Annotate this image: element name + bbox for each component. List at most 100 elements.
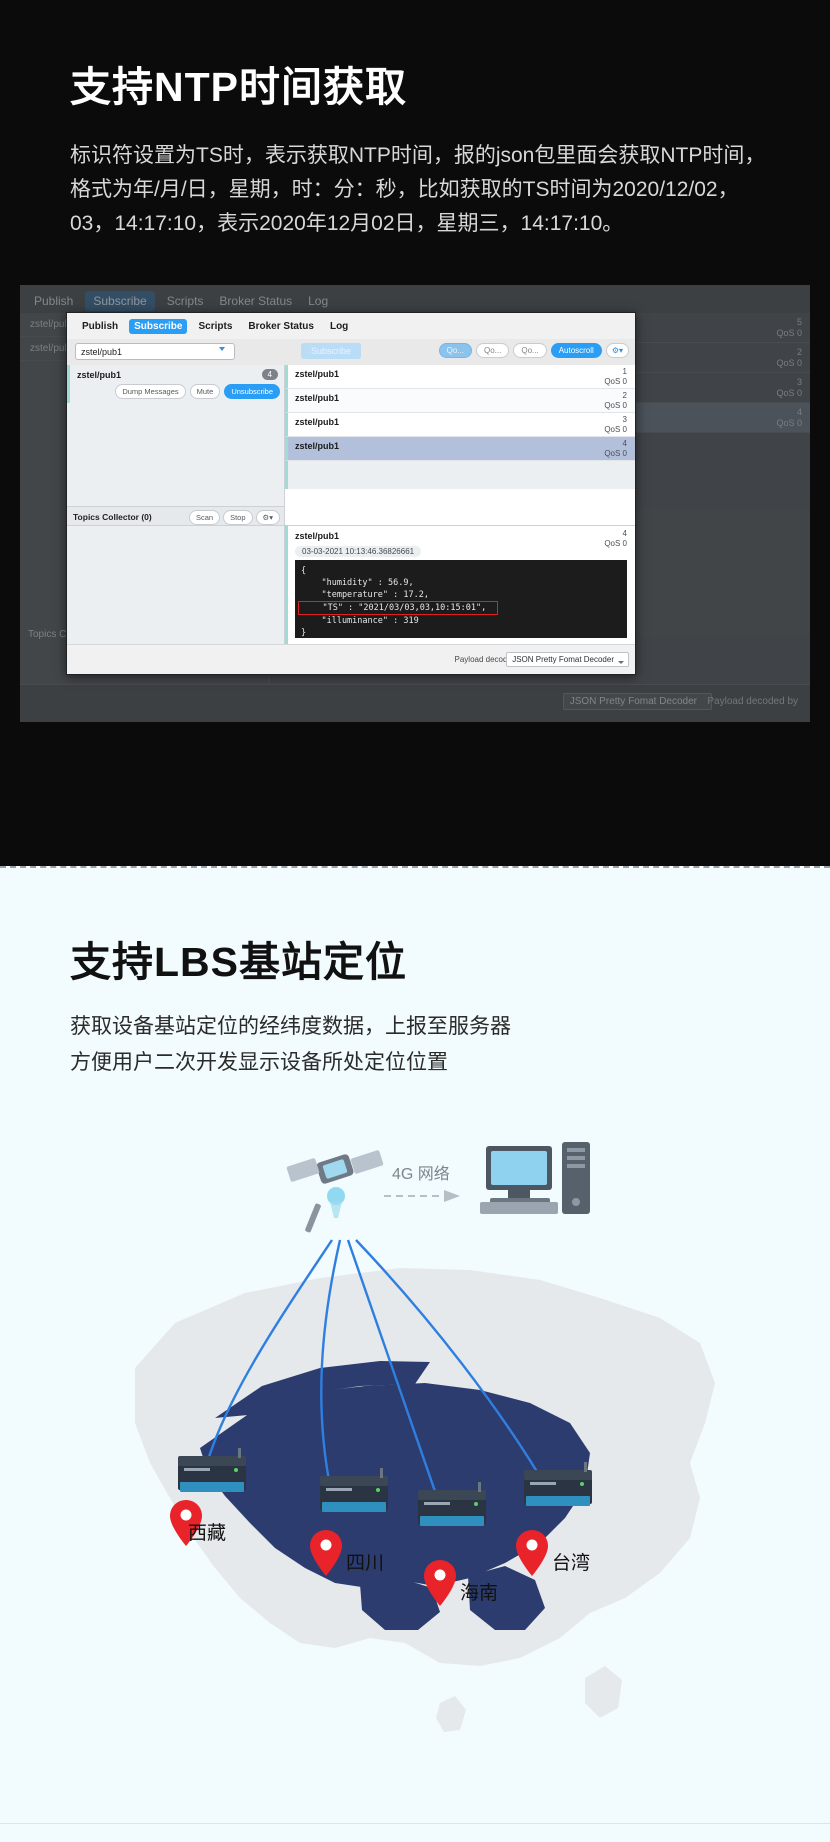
decoder-select[interactable]: JSON Pretty Fomat Decoder xyxy=(506,652,629,667)
bg-message-index: 3 xyxy=(796,377,802,387)
subscription-actions: Dump Messages Mute Unsubscribe xyxy=(115,384,280,399)
message-index: 3 xyxy=(622,415,627,424)
tab-publish[interactable]: Publish xyxy=(77,319,123,334)
subscribe-toolbar: zstel/pub1 Subscribe Qo... Qo... Qo... A… xyxy=(67,339,635,365)
subscription-panel: zstel/pub1 4 Dump Messages Mute Unsubscr… xyxy=(67,365,285,674)
lbs-map-diagram: 西藏 四川 海南 台湾 4G 网络 xyxy=(0,1118,830,1842)
subscribe-button[interactable]: Subscribe xyxy=(301,343,362,359)
json-line-temperature: "temperature" : 17.2, xyxy=(301,590,429,601)
qos-chip-2[interactable]: Qo... xyxy=(513,343,547,358)
mute-button[interactable]: Mute xyxy=(189,384,221,399)
lbs-description-line2: 方便用户二次开发显示设备所处定位位置 xyxy=(70,1051,448,1075)
tab-broker-status[interactable]: Broker Status xyxy=(243,319,319,334)
json-line-humidity: "humidity" : 56.9, xyxy=(301,578,414,589)
collector-settings-icon[interactable]: ⚙▾ xyxy=(255,510,280,525)
message-index: 4 xyxy=(622,439,627,448)
detail-timestamp: 03-03-2021 10:13:46.36826661 xyxy=(295,546,422,557)
background-tab-bar: Publish Subscribe Scripts Broker Status … xyxy=(30,291,332,311)
topics-collector-bar: Topics Collector (0) Scan Stop ⚙▾ xyxy=(67,506,284,526)
json-line-close: } xyxy=(301,628,307,638)
foreground-footer-left xyxy=(67,644,285,674)
scan-button[interactable]: Scan xyxy=(188,510,221,525)
network-arrow xyxy=(384,1190,460,1202)
foreground-tab-bar: Publish Subscribe Scripts Broker Status … xyxy=(67,313,635,339)
bg-tab-scripts[interactable]: Scripts xyxy=(163,291,208,311)
subscription-item[interactable]: zstel/pub1 4 Dump Messages Mute Unsubscr… xyxy=(67,365,284,403)
message-topic: zstel/pub1 xyxy=(295,441,340,451)
autoscroll-toggle[interactable]: Autoscroll xyxy=(550,343,602,358)
message-index: 2 xyxy=(622,391,627,400)
message-qos: QoS 0 xyxy=(604,449,627,458)
bg-tab-log[interactable]: Log xyxy=(304,291,332,311)
lbs-description-line1: 获取设备基站定位的经纬度数据，上报至服务器 xyxy=(70,1015,511,1038)
subscription-count-badge: 4 xyxy=(261,369,278,380)
qos-chip-0[interactable]: Qo... xyxy=(438,343,472,358)
ntp-title: 支持NTP时间获取 xyxy=(70,64,407,110)
detail-index: 4 xyxy=(622,529,627,538)
message-qos: QoS 0 xyxy=(604,377,627,386)
background-footer: JSON Pretty Fomat Decoder Payload decode… xyxy=(20,684,810,722)
message-topic: zstel/pub1 xyxy=(295,393,340,403)
message-qos: QoS 0 xyxy=(604,425,627,434)
qos-filter-chips: Qo... Qo... Qo... Autoscroll ⚙▾ xyxy=(438,343,629,358)
detail-qos: QoS 0 xyxy=(604,539,627,548)
chevron-down-icon[interactable] xyxy=(219,347,225,351)
pin-label-tibet: 西藏 xyxy=(188,1523,227,1544)
foreground-body: zstel/pub1 Subscribe Qo... Qo... Qo... A… xyxy=(67,339,635,674)
json-line-illuminance: "illuminance" : 319 xyxy=(301,616,419,627)
message-list-spacer xyxy=(285,461,635,489)
topics-collector-actions: Scan Stop ⚙▾ xyxy=(188,510,280,525)
bg-tab-broker-status[interactable]: Broker Status xyxy=(215,291,296,311)
ntp-description: 标识符设置为TS时，表示获取NTP时间，报的json包里面会获取NTP时间，格式… xyxy=(70,144,766,236)
bg-message-index: 4 xyxy=(796,407,802,417)
stop-button[interactable]: Stop xyxy=(223,510,253,525)
section-ntp: 支持NTP时间获取 标识符设置为TS时，表示获取NTP时间，报的json包里面会… xyxy=(0,0,830,866)
bg-message-qos: QoS 0 xyxy=(776,328,802,338)
tab-scripts[interactable]: Scripts xyxy=(193,319,237,334)
computer-server-icon xyxy=(480,1142,590,1214)
section-lbs: 支持LBS基站定位 获取设备基站定位的经纬度数据，上报至服务器 方便用户二次开发… xyxy=(0,868,830,1842)
foreground-footer: Payload decoded by JSON Pretty Fomat Dec… xyxy=(285,644,635,674)
china-map-svg xyxy=(135,1142,715,1732)
json-line-open: { xyxy=(301,566,307,576)
product-detail-page: 支持NTP时间获取 标识符设置为TS时，表示获取NTP时间，报的json包里面会… xyxy=(0,0,830,1842)
detail-topic: zstel/pub1 xyxy=(295,531,340,541)
tab-log[interactable]: Log xyxy=(325,319,353,334)
bg-decoder-label: Payload decoded by xyxy=(707,696,798,707)
mqtt-foreground-window: Publish Subscribe Scripts Broker Status … xyxy=(66,312,636,675)
bg-message-index: 2 xyxy=(796,347,802,357)
message-topic: zstel/pub1 xyxy=(295,417,340,427)
message-qos: QoS 0 xyxy=(604,401,627,410)
message-index: 1 xyxy=(622,367,627,376)
pin-label-sichuan: 四川 xyxy=(346,1553,385,1574)
unsubscribe-button[interactable]: Unsubscribe xyxy=(224,384,280,399)
bg-message-index: 5 xyxy=(796,317,802,327)
tab-subscribe[interactable]: Subscribe xyxy=(129,318,188,334)
pin-label-hainan: 海南 xyxy=(460,1583,499,1604)
satellite-icon xyxy=(286,1150,384,1233)
message-detail-panel: zstel/pub1 4 QoS 0 03-03-2021 10:13:46.3… xyxy=(285,525,635,644)
topics-collector-label: Topics Collector (0) xyxy=(73,512,152,522)
message-row[interactable]: zstel/pub1 3 QoS 0 xyxy=(285,413,635,437)
network-label: 4G 网络 xyxy=(392,1166,450,1183)
message-row-selected[interactable]: zstel/pub1 4 QoS 0 xyxy=(285,437,635,461)
dump-messages-button[interactable]: Dump Messages xyxy=(115,384,186,399)
qos-chip-1[interactable]: Qo... xyxy=(476,343,510,358)
bottom-rule xyxy=(0,1823,830,1824)
message-row[interactable]: zstel/pub1 1 QoS 0 xyxy=(285,365,635,389)
json-line-ts-highlighted: "TS" : "2021/03/03,03,10:15:01", xyxy=(298,601,498,616)
bg-message-qos: QoS 0 xyxy=(776,388,802,398)
settings-gear-icon[interactable]: ⚙▾ xyxy=(605,343,629,358)
topic-input[interactable]: zstel/pub1 xyxy=(75,343,235,360)
bg-decoder-select[interactable]: JSON Pretty Fomat Decoder xyxy=(562,693,712,710)
lbs-title: 支持LBS基站定位 xyxy=(70,939,407,985)
message-row[interactable]: zstel/pub1 2 QoS 0 xyxy=(285,389,635,413)
pin-label-taiwan: 台湾 xyxy=(552,1553,591,1574)
bg-tab-subscribe[interactable]: Subscribe xyxy=(85,291,155,311)
payload-json-viewer: { "humidity" : 56.9, "temperature" : 17.… xyxy=(295,560,627,638)
bg-message-qos: QoS 0 xyxy=(776,358,802,368)
bg-tab-publish[interactable]: Publish xyxy=(30,291,77,311)
subscription-topic: zstel/pub1 xyxy=(77,370,122,380)
message-topic: zstel/pub1 xyxy=(295,369,340,379)
bg-message-qos: QoS 0 xyxy=(776,418,802,428)
